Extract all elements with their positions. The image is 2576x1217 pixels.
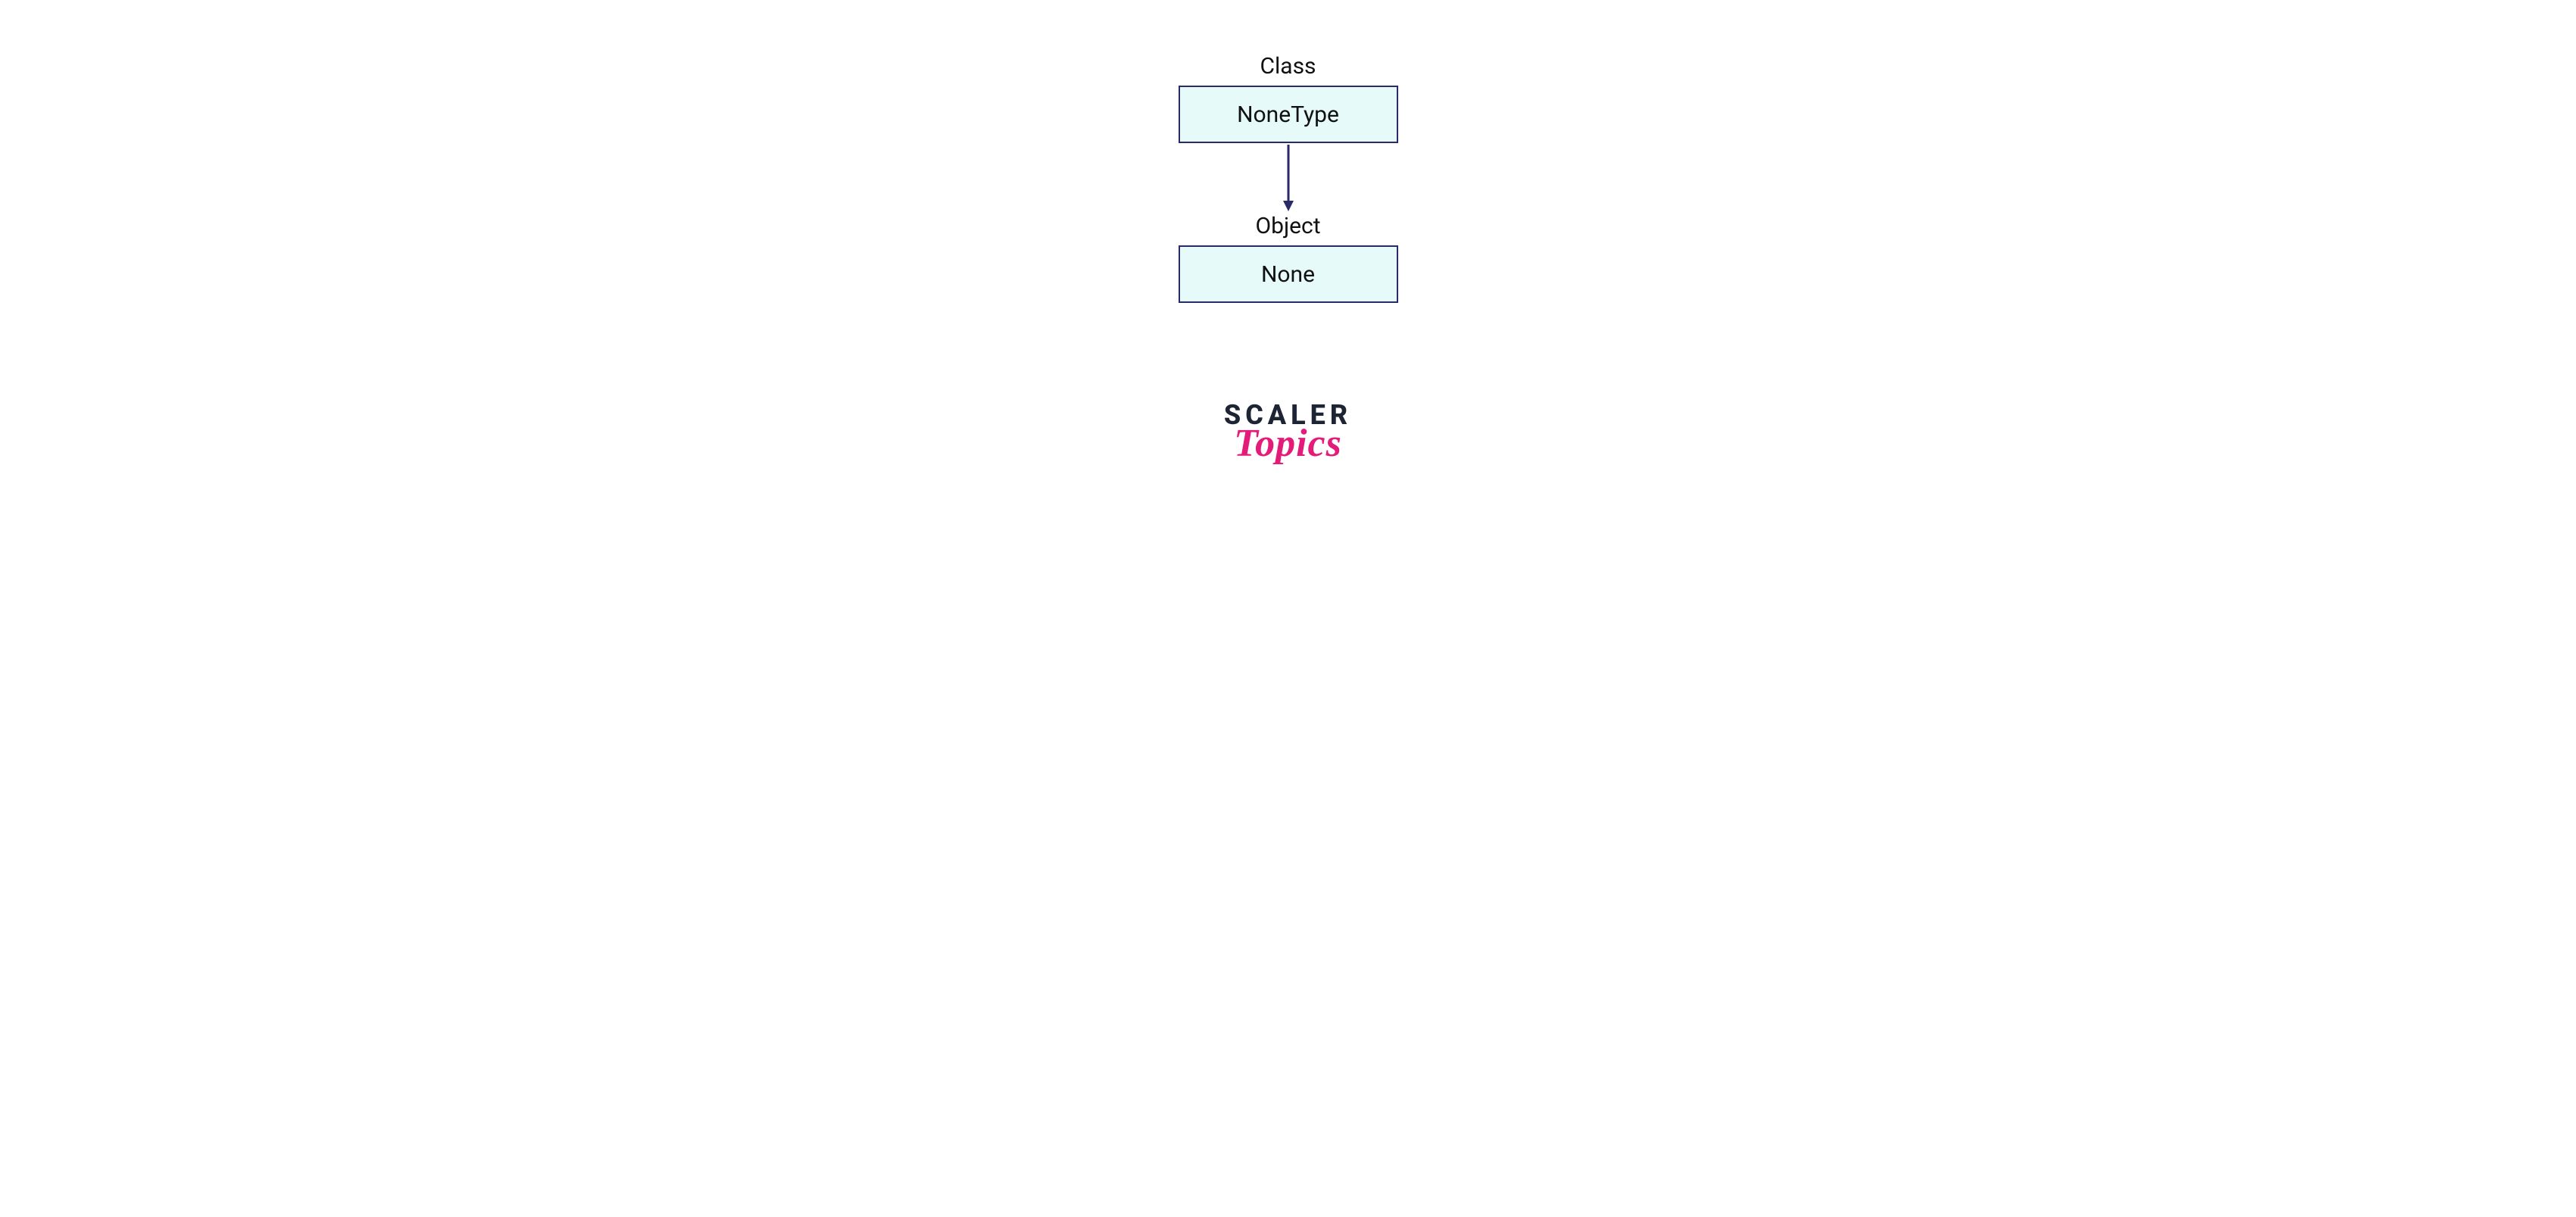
arrow-down [1281,143,1296,213]
none-box: None [1179,245,1398,303]
arrow-down-icon [1281,143,1296,213]
none-text: None [1261,261,1315,288]
object-label: Object [1255,213,1320,239]
logo-line2: Topics [1224,424,1352,463]
class-label: Class [1260,53,1316,80]
nonetype-box: NoneType [1179,86,1398,143]
diagram-column: Class NoneType Object None [1179,53,1398,303]
scaler-topics-logo: SCALER Topics [1224,401,1352,463]
diagram-canvas: Class NoneType Object None SCALER Topics [0,0,2576,1217]
nonetype-text: NoneType [1237,101,1339,128]
